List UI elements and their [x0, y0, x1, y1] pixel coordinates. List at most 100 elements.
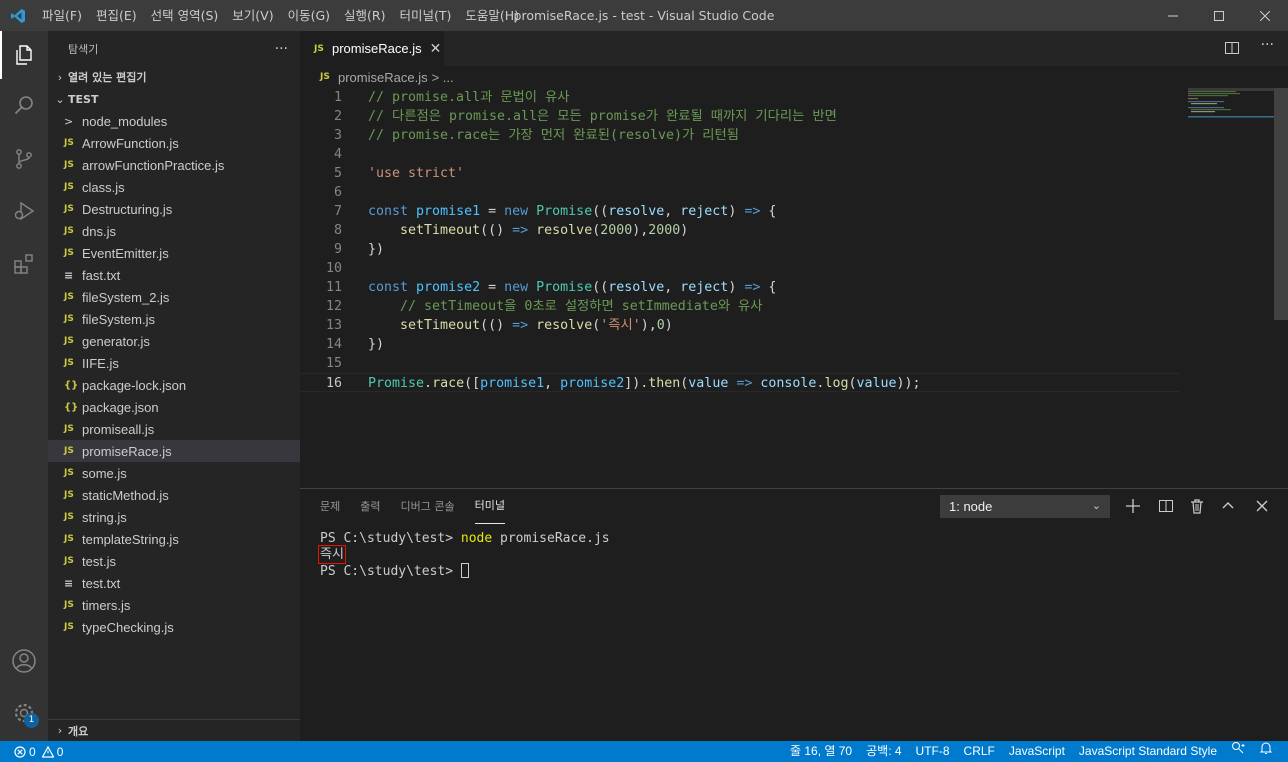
end-of-line[interactable]: CRLF	[957, 741, 1002, 762]
line-content: const promise1 = new Promise((resolve, r…	[368, 204, 777, 219]
file-tree-item[interactable]: JS ArrowFunction.js	[48, 132, 300, 154]
panel-tab[interactable]: 출력	[360, 489, 380, 524]
file-tree-item[interactable]: {} package.json	[48, 396, 300, 418]
file-tree-item[interactable]: JS promiseall.js	[48, 418, 300, 440]
feedback-icon[interactable]	[1224, 741, 1252, 762]
file-name: staticMethod.js	[82, 487, 169, 503]
close-window-button[interactable]	[1242, 0, 1288, 31]
menu-item[interactable]: 이동(G)	[281, 0, 337, 31]
tab-promiserace[interactable]: JS promiseRace.js ✕	[300, 31, 444, 66]
file-tree-item[interactable]: JS promiseRace.js	[48, 440, 300, 462]
menu-item[interactable]: 실행(R)	[337, 0, 392, 31]
file-tree-item[interactable]: JS timers.js	[48, 594, 300, 616]
file-tree-item[interactable]: JS test.js	[48, 550, 300, 572]
minimize-button[interactable]	[1150, 0, 1196, 31]
line-content: 'use strict'	[368, 166, 465, 181]
menu-item[interactable]: 편집(E)	[89, 0, 144, 31]
terminal-select[interactable]: 1: node ⌄	[940, 495, 1110, 518]
account-icon[interactable]	[0, 637, 48, 685]
close-tab-icon[interactable]: ✕	[430, 40, 442, 57]
maximize-button[interactable]	[1196, 0, 1242, 31]
menu-item[interactable]: 터미널(T)	[393, 0, 459, 31]
linter-style[interactable]: JavaScript Standard Style	[1072, 741, 1224, 762]
file-name: IIFE.js	[82, 355, 119, 371]
extensions-icon[interactable]	[0, 240, 48, 288]
explorer-icon[interactable]	[0, 31, 48, 79]
cursor-position[interactable]: 줄 16, 열 70	[783, 741, 859, 762]
file-tree-item[interactable]: JS arrowFunctionPractice.js	[48, 154, 300, 176]
breadcrumb-file[interactable]: promiseRace.js	[338, 70, 428, 85]
file-tree-item[interactable]: JS fileSystem_2.js	[48, 286, 300, 308]
js-file-icon: JS	[64, 622, 74, 632]
code-editor[interactable]: 1 // promise.all과 문법이 유사 2 // 다른점은 promise.…	[300, 88, 1274, 488]
line-content: // promise.race는 가장 먼저 완료된(resolve)가 리턴됨	[368, 128, 739, 143]
line-content: })	[368, 242, 385, 257]
problems-status[interactable]: 0 0	[14, 745, 63, 759]
split-editor-icon[interactable]	[1224, 40, 1240, 56]
line-number: 7	[333, 204, 342, 219]
explorer-sidebar: 탐색기 ··· › 열려 있는 편집기 ⌄ TEST > node_modules…	[48, 31, 300, 741]
js-file-icon: JS	[64, 248, 74, 258]
file-tree-item[interactable]: JS string.js	[48, 506, 300, 528]
js-file-icon: JS	[64, 490, 74, 500]
search-icon[interactable]	[0, 81, 48, 129]
run-debug-icon[interactable]	[0, 187, 48, 235]
notifications-bell-icon[interactable]	[1252, 741, 1280, 762]
file-name: fileSystem.js	[82, 311, 155, 327]
file-tree-item[interactable]: > node_modules	[48, 110, 300, 132]
panel-tab[interactable]: 디버그 콘솔	[401, 489, 455, 524]
editor-scrollbar[interactable]	[1274, 88, 1288, 320]
js-file-icon: JS	[64, 556, 74, 566]
file-name: ArrowFunction.js	[82, 135, 179, 151]
more-actions-icon[interactable]: ···	[275, 41, 288, 57]
line-number: 8	[333, 223, 342, 238]
menu-item[interactable]: 파일(F)	[35, 0, 89, 31]
more-actions-icon[interactable]: ···	[1261, 37, 1274, 53]
file-tree-item[interactable]: JS class.js	[48, 176, 300, 198]
encoding[interactable]: UTF-8	[909, 741, 957, 762]
language-mode[interactable]: JavaScript	[1002, 741, 1072, 762]
file-tree-item[interactable]: JS staticMethod.js	[48, 484, 300, 506]
file-tree-item[interactable]: JS IIFE.js	[48, 352, 300, 374]
file-tree-item[interactable]: JS templateString.js	[48, 528, 300, 550]
status-right: 줄 16, 열 70 공백: 4 UTF-8 CRLF JavaScript J…	[783, 741, 1280, 762]
trash-icon[interactable]	[1187, 496, 1207, 516]
breadcrumb: JS promiseRace.js > ...	[300, 66, 1288, 88]
minimap[interactable]	[1188, 88, 1274, 128]
js-file-icon: JS	[64, 226, 74, 236]
menu-item[interactable]: 도움말(H)	[458, 0, 526, 31]
terminal-line: 즉시	[318, 545, 610, 564]
file-tree-item[interactable]: JS EventEmitter.js	[48, 242, 300, 264]
file-tree-item[interactable]: JS generator.js	[48, 330, 300, 352]
panel-tab[interactable]: 터미널	[474, 489, 505, 524]
file-tree-item[interactable]: JS dns.js	[48, 220, 300, 242]
folder-section[interactable]: ⌄ TEST	[48, 88, 300, 110]
maximize-panel-icon[interactable]	[1218, 496, 1238, 516]
file-tree-item[interactable]: JS fileSystem.js	[48, 308, 300, 330]
file-tree-item[interactable]: ≡ fast.txt	[48, 264, 300, 286]
menu-item[interactable]: 선택 영역(S)	[144, 0, 226, 31]
code-line: 5 'use strict'	[300, 164, 1180, 183]
close-panel-icon[interactable]	[1252, 496, 1272, 516]
file-tree-item[interactable]: JS typeChecking.js	[48, 616, 300, 638]
settings-badge: 1	[24, 713, 39, 728]
split-terminal-icon[interactable]	[1156, 496, 1176, 516]
panel-tab[interactable]: 문제	[320, 489, 340, 524]
activity-bar: 1	[0, 31, 48, 741]
outline-section[interactable]: › 개요	[48, 719, 300, 741]
new-terminal-icon[interactable]	[1123, 496, 1143, 516]
source-control-icon[interactable]	[0, 135, 48, 183]
file-tree-item[interactable]: JS Destructuring.js	[48, 198, 300, 220]
file-tree-item[interactable]: {} package-lock.json	[48, 374, 300, 396]
breadcrumb-rest[interactable]: > ...	[432, 70, 454, 85]
settings-gear-icon[interactable]: 1	[0, 689, 48, 737]
code-line: 7 const promise1 = new Promise((resolve, …	[300, 202, 1180, 221]
open-editors-section[interactable]: › 열려 있는 편집기	[48, 66, 300, 88]
file-tree-item[interactable]: ≡ test.txt	[48, 572, 300, 594]
indentation[interactable]: 공백: 4	[859, 741, 908, 762]
terminal-output[interactable]: PS C:\study\test> node promiseRace.js 즉시…	[318, 531, 610, 579]
js-file-icon: JS	[64, 446, 74, 456]
file-tree-item[interactable]: JS some.js	[48, 462, 300, 484]
menu-item[interactable]: 보기(V)	[225, 0, 280, 31]
code-line: 13 setTimeout(() => resolve('즉시'),0)	[300, 316, 1180, 335]
